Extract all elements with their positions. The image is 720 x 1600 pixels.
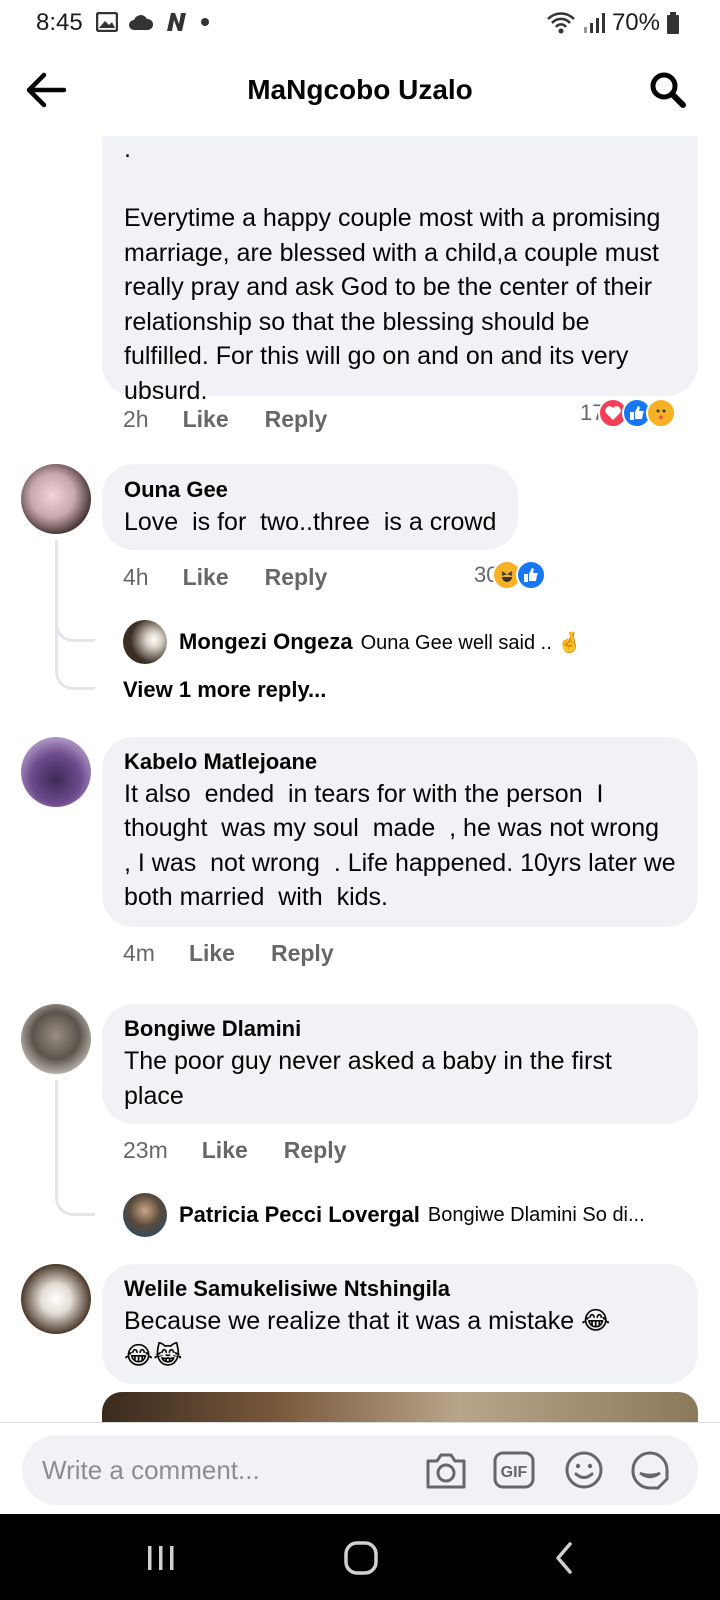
svg-text:GIF: GIF [501, 1464, 528, 1481]
comment-text: . Everytime a happy couple most with a p… [124, 136, 661, 405]
gif-icon: GIF [493, 1451, 535, 1489]
comments-feed[interactable]: . Everytime a happy couple most with a p… [0, 136, 720, 1422]
like-reaction-icon [516, 560, 547, 590]
avatar[interactable] [123, 620, 167, 664]
comment-bubble[interactable]: Welile Samukelisiwe Ntshingila Because w… [102, 1264, 698, 1384]
camera-button[interactable] [424, 1449, 468, 1491]
avatar[interactable] [21, 1264, 91, 1334]
comment-input[interactable] [42, 1435, 422, 1505]
comment-text: It also ended in tears for with the pers… [124, 780, 683, 911]
notification-icons [96, 11, 210, 33]
comment-author[interactable]: Kabelo Matlejoane [124, 747, 676, 777]
reply-text: Ouna Gee well said .. 🤞 [360, 631, 583, 654]
battery-level: 70% [611, 9, 660, 36]
like-button[interactable]: Like [202, 1137, 248, 1164]
comment-text: The poor guy never asked a baby in the f… [124, 1047, 619, 1110]
avatar[interactable] [21, 737, 91, 807]
comment-bubble[interactable]: Kabelo Matlejoane It also ended in tears… [102, 737, 698, 927]
comment-time: 2h [123, 406, 149, 432]
like-button[interactable]: Like [189, 940, 235, 967]
reply-preview[interactable]: Patricia Pecci Lovergal Bongiwe Dlamini … [123, 1193, 645, 1237]
reply-button[interactable]: Reply [271, 940, 334, 967]
avatar[interactable] [21, 1004, 91, 1074]
comment-text: Love is for two..three is a crowd [124, 508, 497, 536]
attached-image[interactable] [102, 1392, 698, 1422]
sticker-icon [631, 1451, 669, 1490]
comment-author[interactable]: Bongiwe Dlamini [124, 1014, 676, 1044]
status-right: 70% [546, 9, 680, 37]
reply-author[interactable]: Patricia Pecci Lovergal [179, 1202, 420, 1228]
comment-composer: GIF [0, 1422, 720, 1514]
home-icon [344, 1541, 378, 1575]
comment-time: 4m [123, 940, 155, 966]
dot-icon [201, 18, 209, 26]
cloud-icon [129, 15, 154, 30]
system-nav-bar [0, 1514, 720, 1600]
reply-button[interactable]: Reply [265, 564, 328, 591]
nav-back-button[interactable] [540, 1536, 590, 1580]
comment-actions: 23m Like Reply [123, 1137, 382, 1164]
comment-bubble[interactable]: . Everytime a happy couple most with a p… [102, 136, 698, 405]
comment-author[interactable]: Ouna Gee [124, 475, 496, 505]
reaction-summary[interactable]: 30 [474, 560, 547, 590]
comment-bubble[interactable]: Ouna Gee Love is for two..three is a cro… [102, 464, 519, 550]
reply-button[interactable]: Reply [265, 406, 328, 433]
home-button[interactable] [336, 1536, 386, 1580]
comment-actions: 4m Like Reply [123, 940, 370, 967]
emoji-icon [565, 1451, 603, 1489]
gallery-icon [96, 12, 118, 32]
avatar[interactable] [21, 464, 91, 534]
recents-button[interactable] [136, 1536, 186, 1580]
view-more-replies[interactable]: View 1 more reply... [123, 677, 326, 703]
reply-button[interactable]: Reply [284, 1137, 347, 1164]
recents-icon [148, 1546, 174, 1570]
comment-actions: 4h Like Reply [123, 564, 363, 591]
reaction-summary[interactable]: 17 [580, 398, 677, 428]
comment-text: Because we realize that it was a mistake… [124, 1307, 611, 1370]
comment-bubble[interactable]: Bongiwe Dlamini The poor guy never asked… [102, 1004, 698, 1124]
nav-back-icon [556, 1542, 572, 1574]
reply-preview[interactable]: Mongezi Ongeza Ouna Gee well said .. 🤞 [123, 620, 582, 664]
comment-time: 23m [123, 1137, 168, 1163]
search-button[interactable] [648, 70, 692, 114]
reply-author[interactable]: Mongezi Ongeza [179, 629, 353, 655]
care-reaction-icon [646, 398, 677, 428]
page-title: MaNgcobo Uzalo [247, 74, 473, 105]
n-app-icon [167, 13, 186, 31]
wifi-icon [547, 12, 575, 34]
top-bar: MaNgcobo Uzalo [0, 46, 720, 136]
composer-field[interactable]: GIF [22, 1435, 698, 1505]
camera-icon [426, 1453, 466, 1489]
thread-line [55, 1080, 95, 1216]
status-time: 8:45 [36, 9, 83, 36]
reply-text: Bongiwe Dlamini So di... [427, 1203, 645, 1226]
gif-button[interactable]: GIF [492, 1449, 536, 1491]
comment-author[interactable]: Welile Samukelisiwe Ntshingila [124, 1274, 676, 1304]
battery-icon [667, 12, 679, 34]
like-button[interactable]: Like [183, 564, 229, 591]
sticker-button[interactable] [628, 1449, 672, 1491]
thread-line [55, 540, 95, 690]
search-icon [650, 72, 686, 108]
like-button[interactable]: Like [183, 406, 229, 433]
emoji-button[interactable] [562, 1449, 606, 1491]
comment-time: 4h [123, 564, 149, 590]
status-bar: 8:45 70% [0, 0, 720, 46]
avatar[interactable] [123, 1193, 167, 1237]
comment-actions: 2h Like Reply [123, 406, 363, 433]
signal-icon [583, 13, 605, 33]
